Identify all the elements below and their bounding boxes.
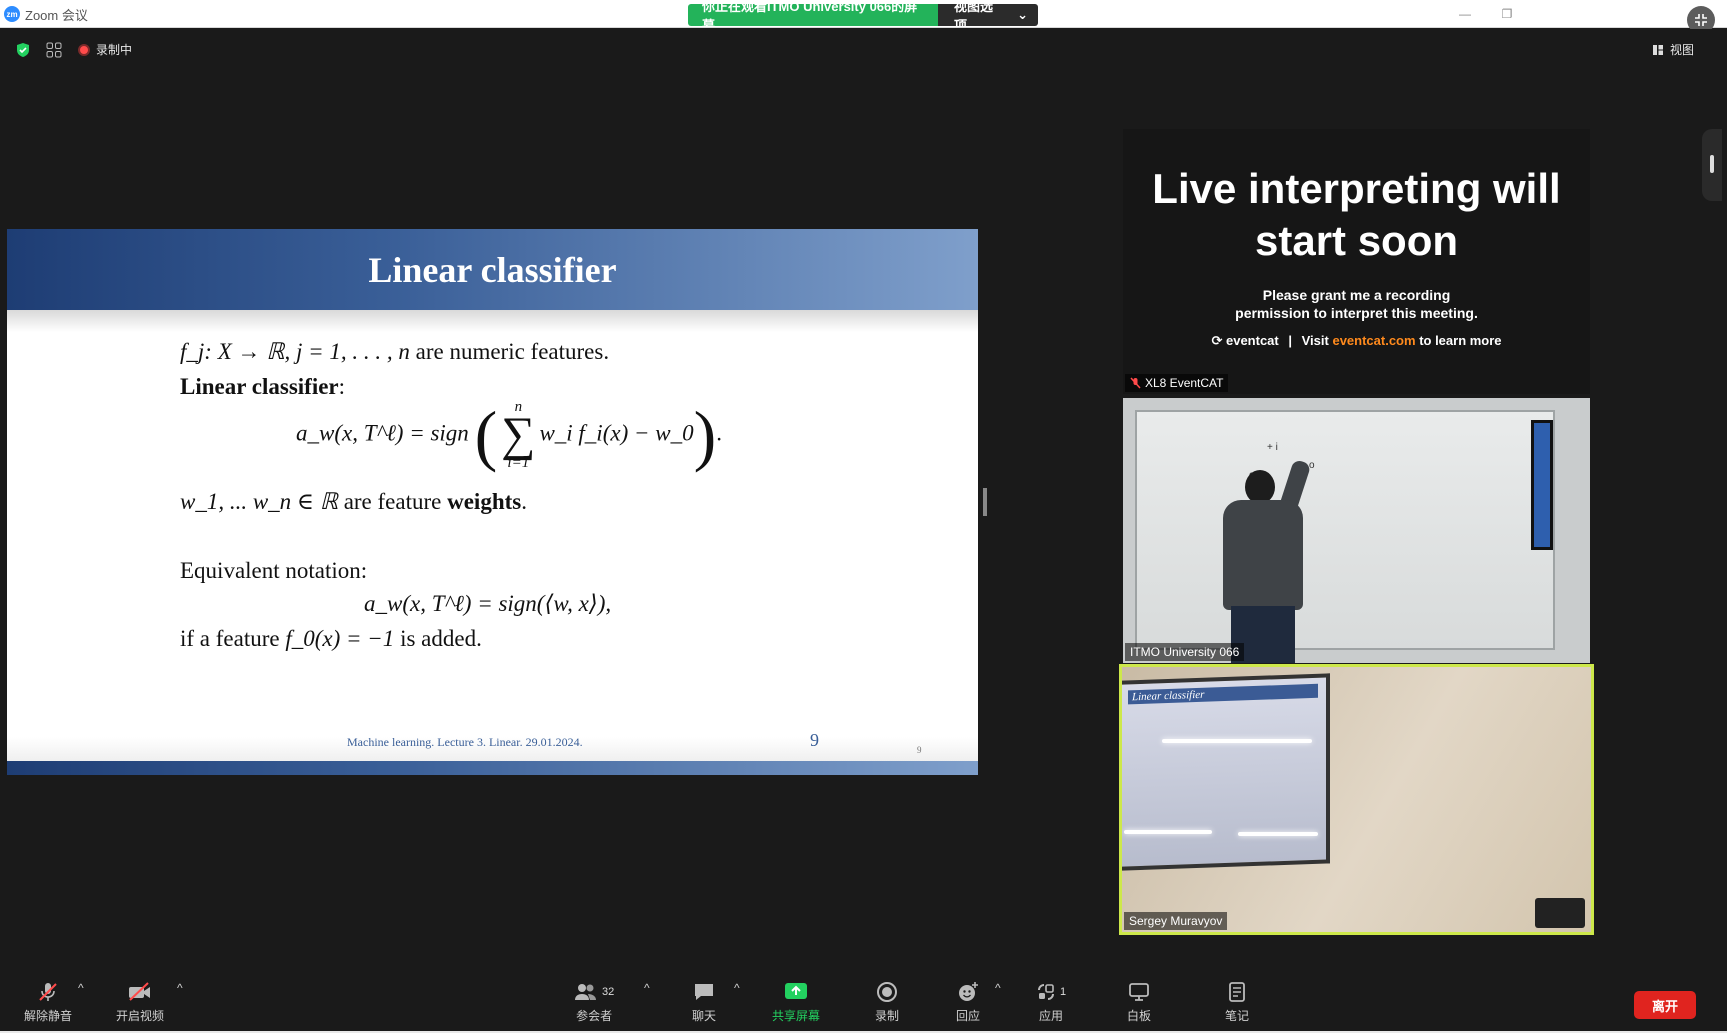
share-screen-icon [785,983,807,999]
slide-header: Linear classifier [7,229,978,310]
video-tile-sergey-muravyov[interactable]: Linear classifier Sergey Muravyov [1119,664,1594,935]
video-options-caret-icon[interactable]: ^ [177,981,183,995]
recording-label: 录制中 [96,43,133,57]
projector-device [1535,898,1585,928]
record-button[interactable]: 录制 [875,981,899,1024]
app-title: zm Zoom 会议 [4,5,88,23]
video-off-icon [129,982,150,1001]
grid-view-icon[interactable] [46,42,62,58]
chevron-down-icon: ⌄ [1017,7,1028,22]
interpreting-headline: Live interpreting will start soon [1152,165,1561,264]
reactions-caret-icon[interactable]: ^ [995,981,1001,995]
zoom-logo-icon: zm [4,6,20,22]
apps-label: 应用 [1039,1009,1064,1023]
window-title: Zoom 会议 [25,7,88,23]
slide-formula-main: a_w(x, T^ℓ) = sign (n ∑ i=1 w_i f_i(x) − w_… [296,397,722,473]
lecturer-figure [1213,448,1323,663]
restore-button[interactable]: ❐ [1495,4,1519,24]
slide-line-linear-classifier: Linear classifier: [180,374,346,399]
leave-label: 离开 [1651,998,1678,1014]
leave-button[interactable]: 离开 [1634,991,1696,1019]
share-screen-label: 共享屏幕 [772,1009,821,1023]
view-button[interactable]: 视图 [1652,41,1694,58]
view-label: 视图 [1669,43,1694,57]
unmute-button[interactable]: 解除静音 [24,981,72,1024]
whiteboard-button[interactable]: 白板 [1127,981,1151,1024]
apps-count: 1 [1060,986,1067,998]
whiteboard-scene: + i o o [1135,410,1555,650]
audio-options-caret-icon[interactable]: ^ [78,981,84,995]
tile-name-label: ITMO University 066 [1125,643,1245,661]
chat-label: 聊天 [692,1009,717,1023]
side-panel-handle[interactable] [1702,129,1722,201]
start-video-label: 开启视频 [116,1009,165,1023]
exit-fullscreen-icon [1695,14,1707,26]
title-bar: zm Zoom 会议 你正在观看ITMO University 066的屏幕 视… [0,0,1727,34]
slide-page-number: 9 [810,730,819,750]
participants-count: 32 [602,986,615,998]
split-divider-handle[interactable] [983,488,987,516]
start-video-button[interactable]: 开启视频 [116,981,164,1024]
recording-dot-icon [78,43,90,56]
record-label: 录制 [875,1009,900,1023]
view-layout-icon [1652,44,1663,55]
notes-label: 笔记 [1225,1009,1250,1023]
participants-label: 参会者 [576,1009,613,1023]
record-icon [877,982,897,1002]
slide-title: Linear classifier [368,249,617,290]
slide-page-number-small: 9 [917,745,922,755]
participants-icon [575,984,596,1000]
minimize-button[interactable]: — [1453,4,1477,24]
eventcat-logo-icon: ⟳ [1211,333,1223,348]
notes-icon [1229,982,1245,1002]
notes-button[interactable]: 笔记 [1225,981,1249,1024]
whiteboard-icon [1129,983,1149,1001]
eventcat-brand-line: ⟳ eventcat | Visit eventcat.com to learn… [1211,333,1502,348]
chat-caret-icon[interactable]: ^ [734,981,740,995]
participants-caret-icon[interactable]: ^ [644,981,650,995]
tile-name-label: XL8 EventCAT [1125,374,1229,392]
recording-indicator[interactable]: 录制中 [78,41,132,58]
interpreting-subtext: Please grant me a recording permission t… [1235,287,1478,321]
chat-icon [695,984,713,1000]
mic-muted-icon [39,983,57,1001]
top-info-bar: 录制中 [16,41,132,58]
participants-button[interactable]: 32 参会者 [574,981,614,1024]
reactions-button[interactable]: 回应 [956,981,980,1024]
slide-line-weights: w_1, ... w_n ∈ ℝ are feature weights. [180,489,527,514]
projected-screen: Linear classifier [1122,673,1330,871]
unmute-label: 解除静音 [24,1009,73,1023]
tile-name-label: Sergey Muravyov [1124,912,1228,930]
share-banner: 你正在观看ITMO University 066的屏幕 视图选项 ⌄ [688,4,1038,26]
meeting-toolbar: 解除静音 ^ 开启视频 ^ 32 参会者 ^ 聊天 ^ 共享屏幕 录制 回应 ^… [2,975,1722,1033]
summation-sign: n ∑ i=1 [501,399,536,471]
slide-line-equivalent: Equivalent notation: [180,558,368,583]
share-screen-button[interactable]: 共享屏幕 [772,981,820,1024]
video-tile-itmo-university[interactable]: + i o o ITMO University 066 [1123,398,1590,663]
shared-screen-slide: Linear classifier f_j: X → ℝ, j = 1, . .… [7,229,978,775]
chat-button[interactable]: 聊天 [692,981,716,1024]
slide-footer: Machine learning. Lecture 3. Linear. 29.… [347,735,583,749]
mic-muted-icon [1130,377,1141,389]
shield-check-icon[interactable] [16,42,30,58]
slide-formula-equivalent: a_w(x, T^ℓ) = sign(⟨w, x⟩), [364,591,612,616]
video-tile-xl8-eventcat[interactable]: Live interpreting will start soon Please… [1123,129,1590,394]
apps-icon [1038,984,1054,1000]
reactions-label: 回应 [956,1009,981,1023]
whiteboard-label: 白板 [1127,1009,1152,1023]
emoji-reaction-icon [959,982,978,1001]
slide-line-feature-added: if a feature f_0(x) = −1 is added. [180,626,482,651]
viewing-screen-label: 你正在观看ITMO University 066的屏幕 [688,4,938,26]
slide-line-features: f_j: X → ℝ, j = 1, . . . , n are numeric… [180,339,610,364]
view-options-label: 视图选项 [954,4,994,26]
apps-button[interactable]: 1 应用 [1036,981,1066,1024]
view-options-button[interactable]: 视图选项 ⌄ [938,4,1038,26]
